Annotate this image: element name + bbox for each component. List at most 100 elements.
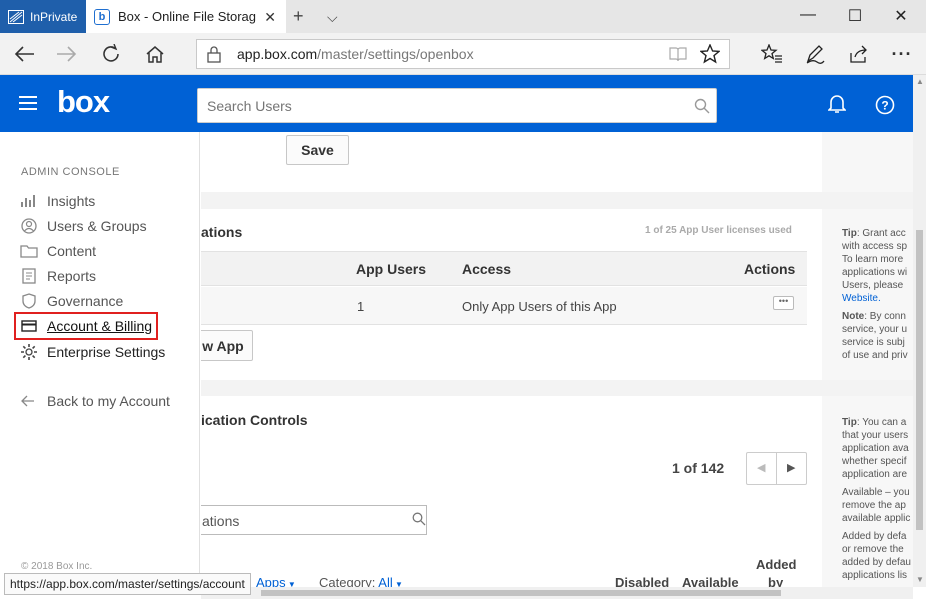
- new-app-button[interactable]: w App: [201, 330, 253, 361]
- pen-annotate-icon[interactable]: [803, 42, 827, 66]
- note-line: of use and priv: [842, 350, 908, 361]
- search-input[interactable]: [198, 89, 678, 122]
- sidebar-item-reports[interactable]: Reports: [20, 268, 96, 284]
- box-logo[interactable]: box: [57, 84, 110, 120]
- note-line: Note: By conn: [842, 311, 906, 322]
- vertical-scrollbar[interactable]: ▲ ▼: [913, 75, 926, 587]
- row-app-users-value: 1: [357, 299, 365, 314]
- apps-filter-dropdown[interactable]: Apps ▼: [256, 575, 296, 587]
- pagination-controls: ◀ ▶: [746, 452, 807, 485]
- tip-line: with access sp: [842, 241, 908, 252]
- column-header-actions: Actions: [744, 261, 796, 277]
- svg-text:?: ?: [881, 99, 888, 113]
- tab-title: Box - Online File Storag: [118, 9, 257, 24]
- prev-page-icon[interactable]: ◀: [747, 453, 777, 484]
- gear-icon: [21, 344, 37, 360]
- category-filter-dropdown[interactable]: Category: All ▼: [319, 575, 403, 587]
- tip-line: Users, please: [842, 280, 904, 291]
- url-host: app.box.com: [237, 46, 318, 62]
- new-tab-icon[interactable]: +: [293, 6, 304, 27]
- sidebar-item-label: Account & Billing: [47, 318, 153, 334]
- tip-line: To learn more: [842, 254, 904, 265]
- minimize-icon[interactable]: —: [785, 6, 831, 24]
- back-to-account-label: Back to my Account: [47, 393, 170, 409]
- forward-arrow-icon[interactable]: [55, 42, 79, 66]
- app-header: box ?: [0, 75, 913, 132]
- sidebar-item-users-groups[interactable]: Users & Groups: [20, 218, 147, 234]
- shield-icon: [22, 293, 36, 309]
- row-actions-ellipsis-icon[interactable]: •••: [773, 296, 794, 310]
- search-icon[interactable]: [412, 512, 426, 526]
- sidebar-item-content[interactable]: Content: [20, 243, 96, 259]
- sidebar-item-label: Insights: [47, 193, 96, 209]
- application-controls-title: ication Controls: [201, 412, 308, 428]
- tip-line: Tip: You can a: [842, 417, 907, 428]
- next-page-icon[interactable]: ▶: [777, 453, 806, 484]
- admin-sidebar: ADMIN CONSOLE Insights Users & Groups Co…: [0, 132, 200, 587]
- url-path: /master/settings/openbox: [317, 46, 474, 62]
- app-filter-input[interactable]: ations: [201, 505, 427, 535]
- sidebar-item-enterprise-settings[interactable]: Enterprise Settings: [20, 343, 165, 361]
- tip-line: added by defau: [842, 557, 911, 568]
- main-content: Save ations 1 of 25 App User licenses us…: [201, 132, 913, 587]
- column-header-available: Available: [682, 575, 739, 587]
- column-header-access: Access: [462, 261, 512, 277]
- horizontal-scroll-thumb[interactable]: [261, 590, 781, 596]
- favorites-hub-icon[interactable]: [760, 42, 784, 66]
- home-icon[interactable]: [143, 42, 167, 66]
- box-favicon-icon: b: [94, 8, 110, 25]
- back-to-account-link[interactable]: Back to my Account: [20, 393, 170, 409]
- more-menu-icon[interactable]: ···: [890, 42, 914, 66]
- notifications-bell-icon[interactable]: [827, 94, 847, 117]
- app-filter-value: ations: [202, 513, 240, 529]
- column-header-disabled: Disabled: [615, 575, 670, 587]
- back-arrow-icon[interactable]: [12, 42, 36, 66]
- tab-close-icon[interactable]: ✕: [264, 9, 276, 26]
- website-link[interactable]: Website.: [842, 292, 913, 305]
- save-button[interactable]: Save: [286, 135, 349, 165]
- help-icon[interactable]: ?: [875, 95, 895, 118]
- window-close-icon[interactable]: ✕: [878, 6, 924, 26]
- app-user-license-count: 1 of 25 App User licenses used: [645, 225, 792, 236]
- inprivate-icon: [8, 9, 24, 24]
- search-box[interactable]: [197, 88, 717, 123]
- horizontal-scrollbar[interactable]: [201, 587, 913, 599]
- tip-line: available applic: [842, 513, 911, 524]
- copyright: © 2018 Box Inc.: [21, 561, 93, 572]
- status-bar-url: https://app.box.com/master/settings/acco…: [4, 573, 251, 595]
- inprivate-label: InPrivate: [30, 9, 78, 24]
- note-line: service is subj: [842, 337, 905, 348]
- browser-tab[interactable]: b Box - Online File Storag ✕: [86, 0, 286, 33]
- sidebar-item-label: Governance: [47, 293, 124, 309]
- user-icon: [21, 218, 37, 234]
- sidebar-item-label: Content: [47, 243, 97, 259]
- share-icon[interactable]: [847, 42, 871, 66]
- hamburger-menu-icon[interactable]: [18, 95, 38, 114]
- vertical-scroll-thumb[interactable]: [916, 230, 923, 530]
- sidebar-heading: ADMIN CONSOLE: [21, 166, 120, 178]
- sidebar-item-insights[interactable]: Insights: [20, 193, 95, 209]
- sidebar-item-governance[interactable]: Governance: [20, 293, 123, 309]
- column-header-app-users: App Users: [356, 261, 427, 277]
- favorite-star-icon[interactable]: [700, 44, 720, 64]
- column-header-added: Added: [756, 557, 797, 572]
- credit-card-icon: [21, 320, 37, 332]
- reading-view-icon[interactable]: [669, 46, 687, 62]
- tip-line: application are: [842, 469, 908, 480]
- search-icon[interactable]: [694, 98, 710, 114]
- tip-line: applications lis: [842, 570, 908, 581]
- tip-line: that your users: [842, 430, 909, 441]
- scroll-down-icon[interactable]: ▼: [916, 575, 924, 584]
- tab-list-chevron-icon[interactable]: ⌵: [327, 9, 338, 26]
- tip-line: Available – you: [842, 487, 910, 498]
- sidebar-item-label: Enterprise Settings: [47, 344, 166, 360]
- row-access-value: Only App Users of this App: [462, 299, 617, 314]
- refresh-icon[interactable]: [99, 42, 123, 66]
- sidebar-item-account-billing[interactable]: Account & Billing: [20, 318, 152, 334]
- address-bar[interactable]: app.box.com/master/settings/openbox: [196, 39, 730, 69]
- app-controls-tip-panel: Tip: You can a that your users applicati…: [822, 396, 913, 587]
- applications-tip-panel: Tip: Grant acc with access sp To learn m…: [822, 209, 913, 380]
- scroll-up-icon[interactable]: ▲: [916, 77, 924, 86]
- tip-line: or remove the: [842, 544, 904, 555]
- maximize-icon[interactable]: ☐: [832, 6, 878, 26]
